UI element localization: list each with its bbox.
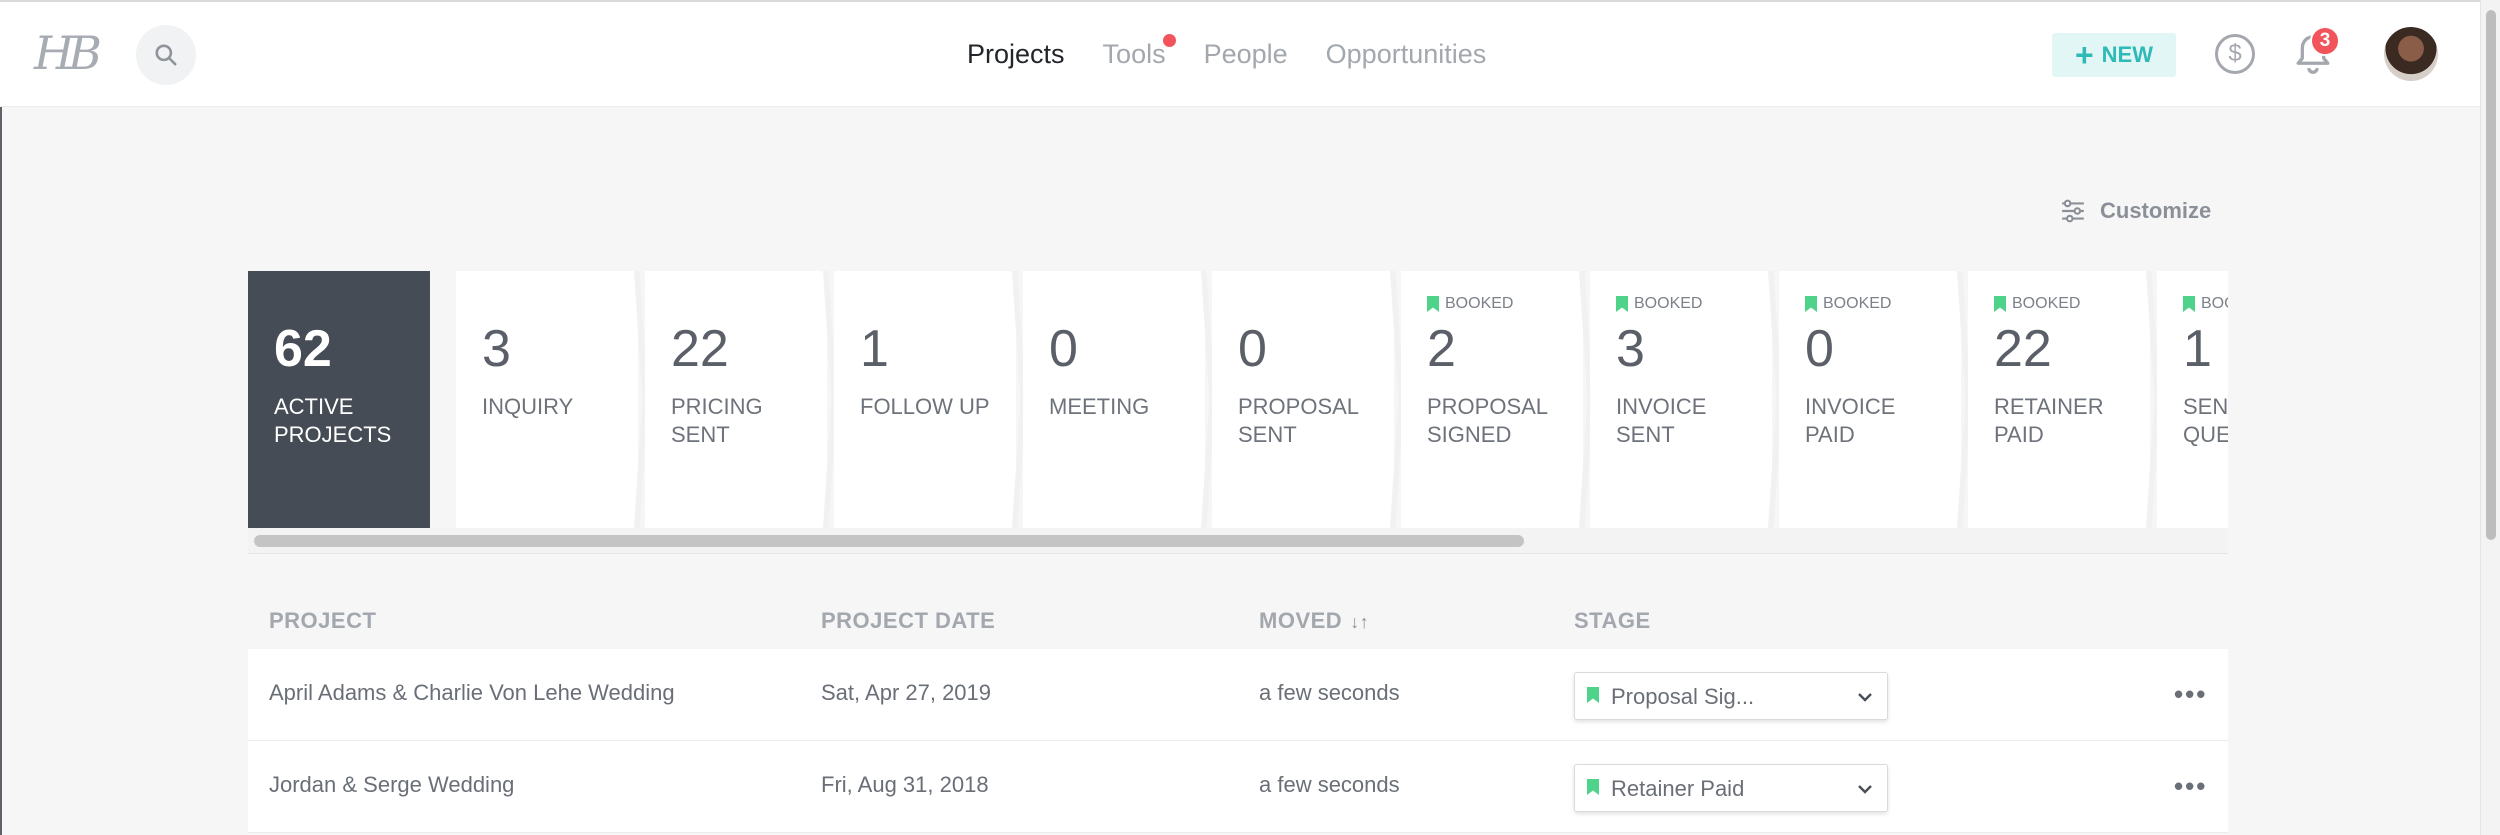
projects-table-header: PROJECT PROJECT DATE MOVED ↓↑ STAGE	[248, 600, 2228, 642]
stage-count: 1	[2183, 320, 2212, 378]
main-nav: Projects Tools People Opportunities	[967, 32, 1524, 76]
scrollbar-thumb[interactable]	[254, 535, 1524, 547]
customize-button[interactable]: Customize	[2060, 196, 2211, 226]
bookmark-icon	[1587, 687, 1599, 703]
booked-tag: BOOKED	[1616, 295, 1702, 313]
bookmark-icon	[1616, 296, 1628, 312]
page-scrollbar[interactable]	[2480, 0, 2500, 835]
window-edge	[0, 0, 2, 835]
booked-tag: BOOKED	[1805, 295, 1891, 313]
bookmark-icon	[1587, 779, 1599, 795]
moved-time: a few seconds	[1259, 680, 1400, 705]
sort-icon[interactable]: ↓↑	[1350, 612, 1369, 632]
booked-tag: BOOKED	[1427, 295, 1513, 313]
bookmark-icon	[1994, 296, 2006, 312]
table-row[interactable]: Jordan & Serge Wedding Fri, Aug 31, 2018…	[248, 741, 2228, 833]
nav-tools[interactable]: Tools	[1103, 32, 1176, 76]
more-options-icon[interactable]: •••	[2174, 679, 2207, 710]
bookmark-icon	[1805, 296, 1817, 312]
more-options-icon[interactable]: •••	[2174, 771, 2207, 802]
stage-count: 62	[274, 320, 332, 378]
moved-time: a few seconds	[1259, 772, 1400, 797]
column-stage[interactable]: STAGE	[1574, 608, 1651, 634]
stage-retainer-paid[interactable]: BOOKED 22 RETAINER PAID	[1968, 271, 2150, 528]
nav-opportunities[interactable]: Opportunities	[1326, 32, 1487, 76]
project-date: Fri, Aug 31, 2018	[821, 772, 989, 797]
tools-notification-dot	[1162, 34, 1176, 47]
notification-count-badge: 3	[2310, 26, 2340, 56]
column-project[interactable]: PROJECT	[269, 608, 376, 634]
bookmark-icon	[1427, 296, 1439, 312]
nav-people[interactable]: People	[1204, 32, 1288, 76]
project-name[interactable]: Jordan & Serge Wedding	[269, 772, 514, 798]
stage-inquiry[interactable]: 3 INQUIRY	[456, 271, 638, 528]
booked-tag: BOOKED	[1994, 295, 2080, 313]
stage-label: SENT QUESTIONNAIRE	[2183, 394, 2228, 447]
search-button[interactable]	[136, 25, 196, 85]
stage-label: ACTIVE PROJECTS	[274, 394, 392, 447]
stage-label: MEETING	[1049, 394, 1150, 419]
nav-projects[interactable]: Projects	[967, 32, 1065, 76]
plus-icon: +	[2074, 37, 2094, 73]
top-navigation-bar: HB Projects Tools People Opportunities +…	[0, 0, 2480, 107]
stage-dropdown[interactable]: Retainer Paid	[1574, 764, 1888, 812]
scrollbar-thumb[interactable]	[2486, 10, 2496, 540]
stage-label: RETAINER PAID	[1994, 394, 2104, 447]
chevron-down-icon	[1858, 693, 1872, 702]
new-button[interactable]: + NEW	[2052, 33, 2176, 77]
table-row[interactable]: April Adams & Charlie Von Lehe Wedding S…	[248, 649, 2228, 741]
stage-count: 22	[1994, 320, 2052, 378]
stage-count: 0	[1805, 320, 1834, 378]
pipeline-stages: 62 ACTIVE PROJECTS 3 INQUIRY 22 PRICING …	[248, 271, 2228, 528]
stage-active-projects[interactable]: 62 ACTIVE PROJECTS	[248, 271, 430, 528]
search-icon	[155, 44, 177, 66]
stage-pricing-sent[interactable]: 22 PRICING SENT	[645, 271, 827, 528]
sliders-icon	[2062, 199, 2084, 223]
stage-proposal-signed[interactable]: BOOKED 2 PROPOSAL SIGNED	[1401, 271, 1583, 528]
stage-dropdown[interactable]: Proposal Sig...	[1574, 672, 1888, 720]
stage-label: FOLLOW UP	[860, 394, 990, 419]
column-moved[interactable]: MOVED ↓↑	[1259, 608, 1369, 634]
stage-count: 3	[1616, 320, 1645, 378]
bookmark-icon	[2183, 296, 2195, 312]
stage-label: INQUIRY	[482, 394, 574, 419]
project-date: Sat, Apr 27, 2019	[821, 680, 992, 705]
stage-label: INVOICE PAID	[1805, 394, 1896, 447]
stage-label: PROPOSAL SENT	[1238, 394, 1359, 447]
dollar-icon[interactable]: $	[2215, 34, 2255, 74]
pipeline-scrollbar[interactable]	[248, 528, 2228, 554]
stage-count: 2	[1427, 320, 1456, 378]
stage-count: 3	[482, 320, 511, 378]
stage-label: PRICING SENT	[671, 394, 763, 447]
stage-count: 22	[671, 320, 729, 378]
stage-proposal-sent[interactable]: 0 PROPOSAL SENT	[1212, 271, 1394, 528]
stage-label: INVOICE SENT	[1616, 394, 1707, 447]
stage-meeting[interactable]: 0 MEETING	[1023, 271, 1205, 528]
stage-invoice-sent[interactable]: BOOKED 3 INVOICE SENT	[1590, 271, 1772, 528]
stage-sent-questionnaire[interactable]: BOOKED 1 SENT QUESTIONNAIRE	[2157, 271, 2228, 528]
stage-count: 0	[1049, 320, 1078, 378]
stage-count: 0	[1238, 320, 1267, 378]
column-project-date[interactable]: PROJECT DATE	[821, 608, 995, 634]
stage-follow-up[interactable]: 1 FOLLOW UP	[834, 271, 1016, 528]
user-avatar[interactable]	[2384, 27, 2438, 81]
stage-count: 1	[860, 320, 889, 378]
stage-invoice-paid[interactable]: BOOKED 0 INVOICE PAID	[1779, 271, 1961, 528]
stage-label: PROPOSAL SIGNED	[1427, 394, 1548, 447]
honeybook-logo[interactable]: HB	[34, 28, 104, 78]
booked-tag: BOOKED	[2183, 295, 2228, 313]
chevron-down-icon	[1858, 785, 1872, 794]
project-name[interactable]: April Adams & Charlie Von Lehe Wedding	[269, 680, 675, 706]
